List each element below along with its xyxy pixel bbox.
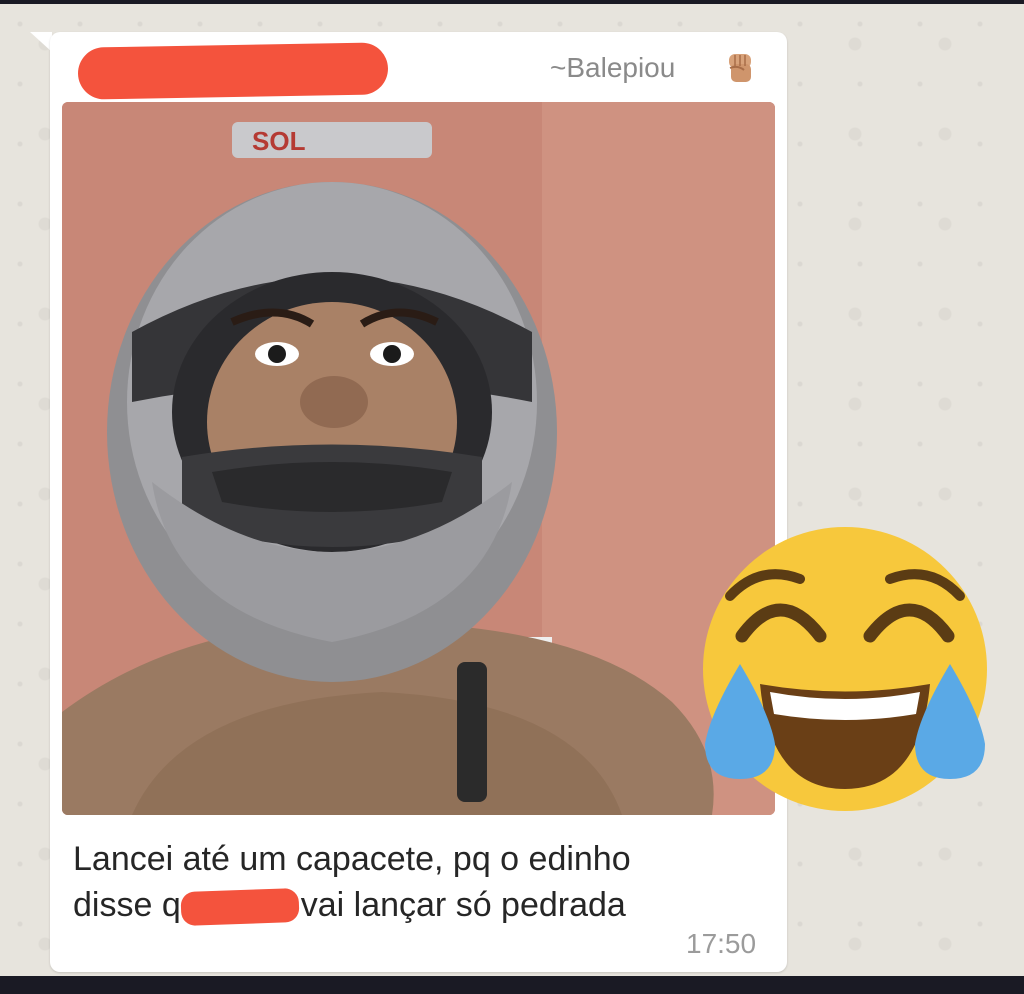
caption-suffix: vai lançar só pedrada (300, 886, 626, 924)
bottom-edge (0, 976, 1024, 994)
caption-prefix: disse q (73, 886, 181, 924)
bubble-tail (30, 32, 52, 52)
raised-fist-icon (724, 50, 756, 84)
tears-of-joy-icon (700, 524, 990, 814)
sender-name[interactable]: ~Balepiou (550, 52, 675, 84)
sender-name-redaction (77, 42, 389, 100)
message-photo[interactable]: SOL (62, 102, 775, 815)
caption-line-1: Lancei até um capacete, pq o edinho (73, 840, 631, 878)
message-timestamp: 17:50 (686, 928, 757, 959)
caption-name-redaction (180, 887, 300, 927)
message-caption[interactable]: Lancei até um capacete, pq o edinho diss… (73, 836, 763, 928)
caption-line-2: disse q vai lançar só pedrada (73, 882, 763, 928)
svg-text:SOL: SOL (252, 126, 306, 156)
selfie-photo: SOL (62, 102, 775, 815)
